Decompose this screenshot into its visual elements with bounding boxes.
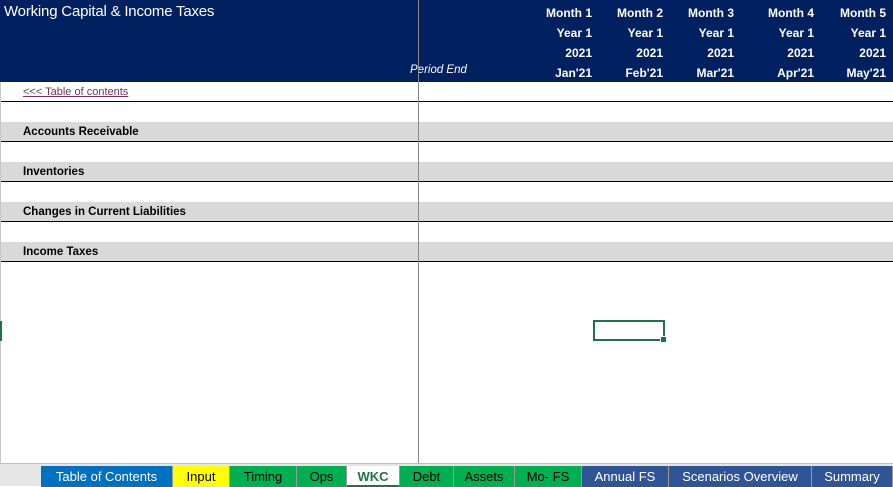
row-divider (1, 221, 893, 222)
active-row-marker (0, 321, 2, 341)
sheet-tab-bar: Table of Contents Input Timing Ops WKC D… (0, 463, 893, 487)
month-column-1[interactable]: Month 1 Year 1 2021 Jan'21 (420, 0, 592, 82)
section-inventories[interactable]: Inventories (1, 162, 893, 182)
tab-debt[interactable]: Debt (400, 466, 454, 487)
section-accounts-receivable[interactable]: Accounts Receivable (1, 122, 893, 142)
row-divider (1, 101, 893, 102)
month-label: Month 4 (768, 6, 814, 20)
tab-input[interactable]: Input (173, 466, 230, 487)
month-column-4[interactable]: Month 4 Year 1 2021 Apr'21 (734, 0, 814, 82)
calendar-year: 2021 (636, 46, 663, 60)
period-date: Feb'21 (625, 66, 663, 80)
month-label: Month 1 (546, 6, 592, 20)
calendar-year: 2021 (859, 46, 886, 60)
row-divider (1, 141, 893, 142)
year-label: Year 1 (556, 26, 592, 40)
period-date: Mar'21 (696, 66, 734, 80)
month-label: Month 2 (617, 6, 663, 20)
tab-assets[interactable]: Assets (454, 466, 515, 487)
sheet-header: Working Capital & Income Taxes Period En… (0, 0, 893, 82)
tab-scenarios-overview[interactable]: Scenarios Overview (669, 466, 812, 487)
section-label: Income Taxes (23, 246, 99, 258)
fill-handle[interactable] (660, 336, 667, 343)
tab-wkc[interactable]: WKC (347, 466, 400, 487)
month-column-3[interactable]: Month 3 Year 1 2021 Mar'21 (663, 0, 734, 82)
section-income-taxes[interactable]: Income Taxes (1, 242, 893, 262)
tab-table-of-contents[interactable]: Table of Contents (41, 466, 173, 487)
section-label: Inventories (23, 166, 85, 178)
tab-timing[interactable]: Timing (230, 466, 297, 487)
year-label: Year 1 (778, 26, 814, 40)
row-divider (1, 261, 893, 262)
section-label: Changes in Current Liabilities (23, 206, 186, 218)
calendar-year: 2021 (565, 46, 592, 60)
year-label: Year 1 (627, 26, 663, 40)
sheet-title: Working Capital & Income Taxes (4, 3, 215, 20)
tab-summary[interactable]: Summary (812, 466, 893, 487)
frozen-pane-divider (418, 0, 419, 463)
tab-mo-fs[interactable]: Mo- FS (515, 466, 582, 487)
month-label: Month 5 (840, 6, 886, 20)
tab-annual-fs[interactable]: Annual FS (582, 466, 669, 487)
period-date: Apr'21 (777, 66, 814, 80)
year-label: Year 1 (850, 26, 886, 40)
calendar-year: 2021 (707, 46, 734, 60)
active-cell-selection[interactable] (593, 320, 667, 343)
tab-ops[interactable]: Ops (297, 466, 347, 487)
calendar-year: 2021 (787, 46, 814, 60)
period-date: Jan'21 (555, 66, 592, 80)
month-column-2[interactable]: Month 2 Year 1 2021 Feb'21 (592, 0, 663, 82)
section-label: Accounts Receivable (23, 126, 139, 138)
period-date: May'21 (846, 66, 886, 80)
year-label: Year 1 (698, 26, 734, 40)
section-current-liabilities[interactable]: Changes in Current Liabilities (1, 202, 893, 222)
table-of-contents-link[interactable]: <<< Table of contents (23, 86, 128, 98)
row-divider (1, 181, 893, 182)
month-column-5[interactable]: Month 5 Year 1 2021 May'21 (814, 0, 886, 82)
month-label: Month 3 (688, 6, 734, 20)
